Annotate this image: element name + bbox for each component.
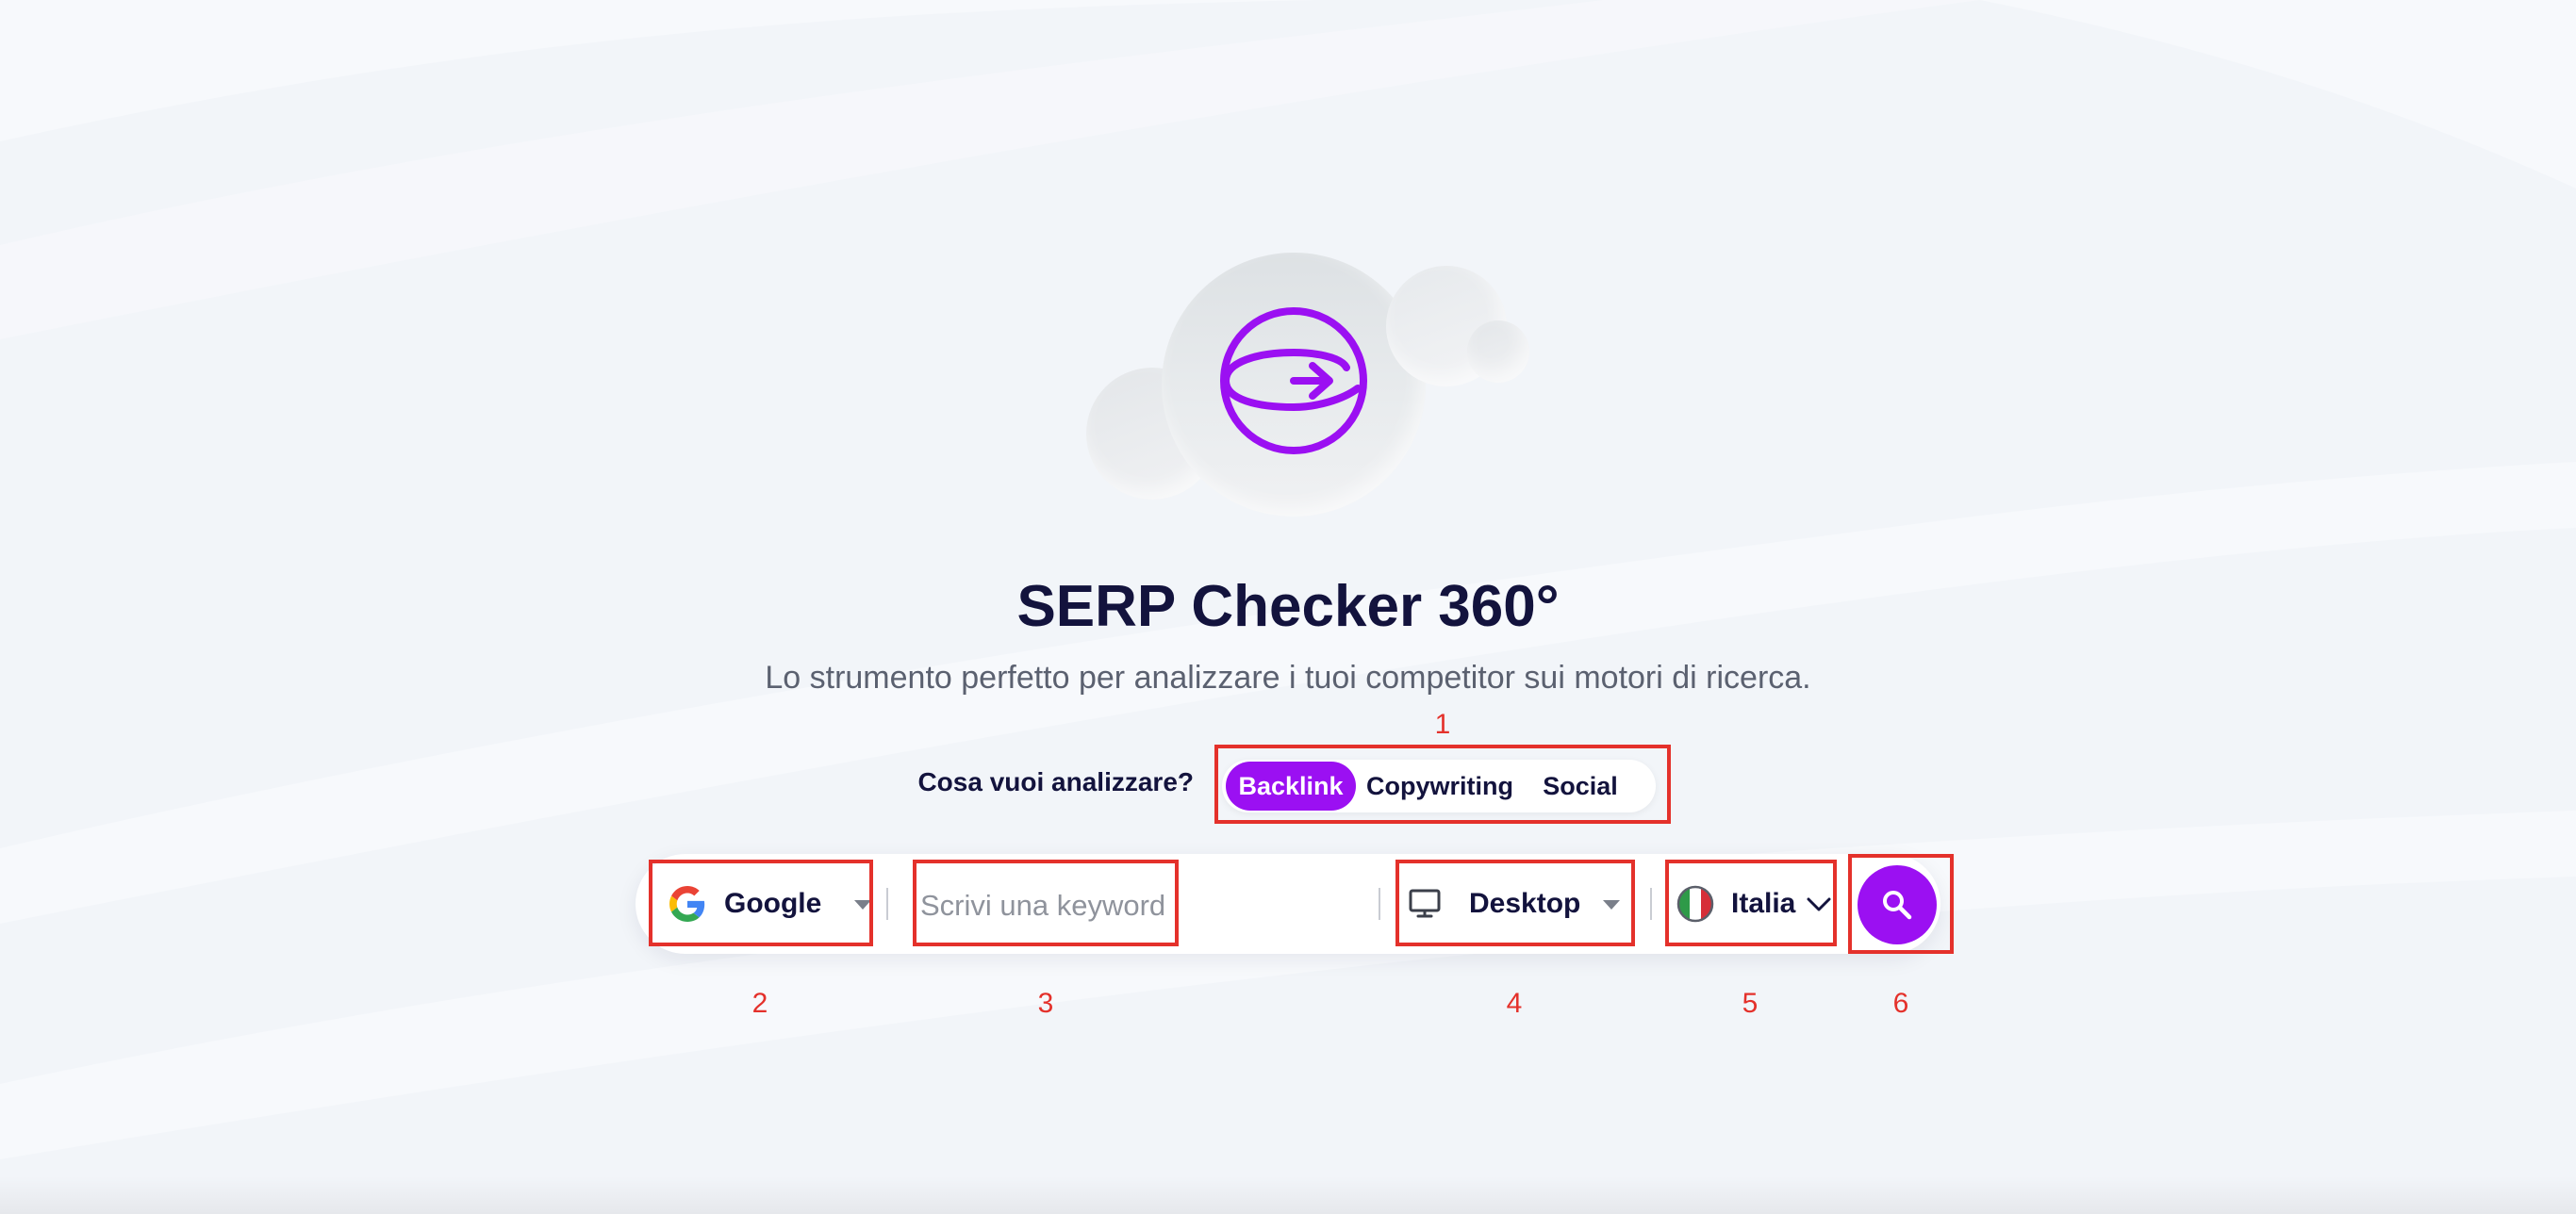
decorative-bubble <box>1467 320 1529 383</box>
annotation-label-5: 5 <box>1742 988 1759 1019</box>
annotation-label-1: 1 <box>1434 709 1451 740</box>
annotation-label-4: 4 <box>1506 988 1523 1019</box>
annotation-box-3 <box>913 860 1179 946</box>
annotation-box-5 <box>1665 860 1837 946</box>
annotation-box-6 <box>1848 854 1954 954</box>
bottom-shade <box>0 1176 2576 1214</box>
annotation-box-4 <box>1395 860 1635 946</box>
annotation-box-1 <box>1214 745 1671 824</box>
rotating-globe-icon <box>1220 307 1367 454</box>
divider <box>886 888 888 920</box>
annotation-label-2: 2 <box>751 988 768 1019</box>
annotation-box-2 <box>649 860 873 946</box>
analysis-question-label: Cosa vuoi analizzare? <box>917 767 1194 796</box>
annotation-label-6: 6 <box>1892 988 1909 1019</box>
annotation-label-3: 3 <box>1037 988 1054 1019</box>
divider <box>1650 888 1652 920</box>
divider <box>1379 888 1380 920</box>
page-subtitle: Lo strumento perfetto per analizzare i t… <box>765 660 1811 696</box>
page-title: SERP Checker 360° <box>1016 574 1560 639</box>
hero-illustration <box>1075 245 1546 528</box>
